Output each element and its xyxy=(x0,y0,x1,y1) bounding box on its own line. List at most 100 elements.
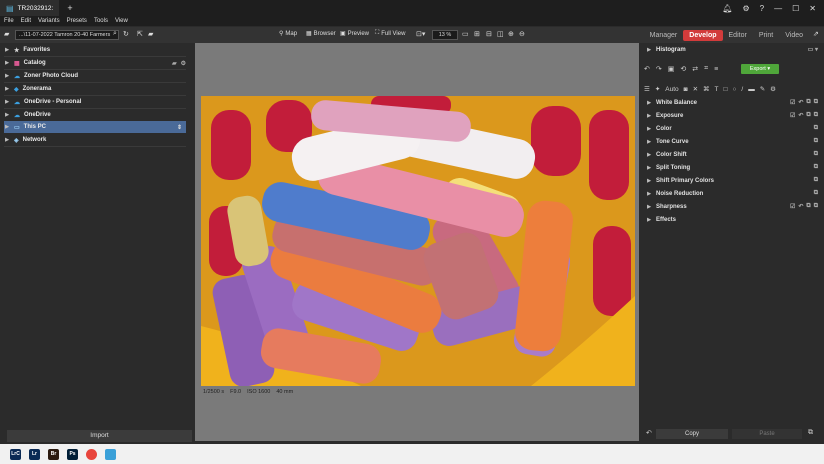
gear-icon[interactable]: ⚙ xyxy=(743,4,750,13)
single-view-icon[interactable]: ▭ xyxy=(462,30,469,38)
before-after-icon[interactable]: ◫ xyxy=(497,30,504,38)
menu-file[interactable]: File xyxy=(4,18,14,24)
sidebar-item-onedrive[interactable]: ▶ ☁ OneDrive xyxy=(4,109,186,121)
checkbox-icon[interactable]: ☑ xyxy=(790,112,795,119)
fullview-button[interactable]: ⛶ Full View xyxy=(375,30,405,37)
paste-settings-icon[interactable]: ⧉ xyxy=(814,138,818,145)
circle-icon[interactable]: ○ xyxy=(732,86,736,93)
menu-view[interactable]: View xyxy=(115,18,128,24)
expand-arrow-icon[interactable]: ▶ xyxy=(646,165,652,171)
panel-sharpness[interactable]: ▶ Sharpness ☑ ↶ ⧉ ⧉ xyxy=(646,201,818,212)
paste-settings-icon[interactable]: ⧉ xyxy=(814,190,818,197)
sidebar-item-zoner-photo-cloud[interactable]: ▶ ☁ Zoner Photo Cloud xyxy=(4,70,186,82)
zoom-out-icon[interactable]: ⊖ xyxy=(519,30,525,38)
expand-arrow-icon[interactable]: ▶ xyxy=(646,152,652,158)
rotate-icon[interactable]: ⟲ xyxy=(680,65,686,73)
compare-split-icon[interactable]: ⊟ xyxy=(486,30,492,38)
expand-arrow-icon[interactable]: ▶ xyxy=(4,124,10,130)
close-icon[interactable]: ✕ xyxy=(809,4,816,13)
panel-shift-primary-colors[interactable]: ▶ Shift Primary Colors ⧉ xyxy=(646,175,818,186)
new-folder-icon[interactable]: ▰ xyxy=(148,30,153,38)
panel-split-toning[interactable]: ▶ Split Toning ⧉ xyxy=(646,162,818,173)
panel-white-balance[interactable]: ▶ White Balance ☑ ↶ ⧉ ⧉ xyxy=(646,97,818,108)
copy-settings-icon[interactable]: ⧉ xyxy=(806,203,810,210)
undo-all-icon[interactable]: ↶ xyxy=(646,429,652,437)
panel-effects[interactable]: ▶ Effects xyxy=(646,214,818,225)
image-compare-icon[interactable]: ▣ xyxy=(668,65,675,73)
folder-icon[interactable]: ▰ xyxy=(4,30,9,38)
panel-color-shift[interactable]: ▶ Color Shift ⧉ xyxy=(646,149,818,160)
paste-settings-icon[interactable]: ⧉ xyxy=(814,99,818,106)
document-tab[interactable]: ▤ TR2032912: xyxy=(0,0,60,16)
magic-wand-icon[interactable]: ✦ xyxy=(655,85,660,93)
copy-settings-icon[interactable]: ⧉ xyxy=(806,112,810,119)
path-field[interactable]: ...\11-07-2022 Tamron 20-40 Farmers xyxy=(15,30,119,40)
sidebar-item-catalog[interactable]: ▶ ▦ Catalog ▰ ⚙ xyxy=(4,57,186,69)
sidebar-item-favorites[interactable]: ▶ ★ Favorites xyxy=(4,44,186,56)
taskbar-lightroom-icon[interactable]: Lr xyxy=(29,448,40,460)
clone-icon[interactable]: ⌘ xyxy=(703,85,710,93)
paste-settings-icon[interactable]: ⧉ xyxy=(814,112,818,119)
expand-arrow-icon[interactable]: ▶ xyxy=(646,100,652,106)
paste-settings-icon[interactable]: ⧉ xyxy=(814,125,818,132)
panel-noise-reduction[interactable]: ▶ Noise Reduction ⧉ xyxy=(646,188,818,199)
histogram-header[interactable]: ▶ Histogram ▭ ▾ xyxy=(646,46,818,54)
taskbar-photoshop-icon[interactable]: Ps xyxy=(67,448,78,460)
expand-arrow-icon[interactable]: ▶ xyxy=(646,139,652,145)
paste-settings-icon[interactable]: ⧉ xyxy=(814,164,818,171)
sort-icon[interactable]: ⇕ xyxy=(177,124,182,131)
paste-settings-icon[interactable]: ⧉ xyxy=(814,203,818,210)
add-folder-icon[interactable]: ▰ xyxy=(172,60,177,67)
taskbar-zoner-icon[interactable] xyxy=(105,448,116,460)
line-icon[interactable]: / xyxy=(741,86,743,93)
paste-settings-icon[interactable]: ⧉ xyxy=(814,177,818,184)
expand-arrow-icon[interactable]: ▶ xyxy=(4,99,10,105)
export-folder-icon[interactable]: ⇱ xyxy=(137,30,143,38)
camera-icon[interactable]: ◙ xyxy=(684,86,688,93)
copy-button[interactable]: Copy xyxy=(656,429,728,439)
app-menu-icon[interactable]: ▤ xyxy=(6,4,14,13)
import-button[interactable]: Import xyxy=(7,430,192,442)
map-button[interactable]: ⚲ Map xyxy=(279,30,297,38)
text-icon[interactable]: T xyxy=(715,86,719,93)
paste-button[interactable]: Paste xyxy=(732,429,802,439)
browser-button[interactable]: ▦ Browser xyxy=(306,30,336,38)
expand-arrow-icon[interactable]: ▶ xyxy=(4,60,10,66)
taskbar-chrome-icon[interactable] xyxy=(86,448,97,460)
histogram-options-icon[interactable]: ▭ ▾ xyxy=(808,46,818,53)
settings-icon[interactable]: ⚙ xyxy=(181,60,186,67)
heal-icon[interactable]: ✕ xyxy=(693,85,698,93)
menu-variants[interactable]: Variants xyxy=(38,18,60,24)
zoom-level-field[interactable]: 13 % xyxy=(432,30,458,40)
help-icon[interactable]: ? xyxy=(760,4,764,13)
square-icon[interactable]: □ xyxy=(724,86,728,93)
tab-manager[interactable]: Manager xyxy=(644,30,684,41)
menu-lines-icon[interactable]: ☰ xyxy=(644,85,650,93)
sidebar-item-zonerama[interactable]: ▶ ◆ Zonerama xyxy=(4,83,186,95)
tab-print[interactable]: Print xyxy=(753,30,779,41)
search-icon[interactable]: ⌕ xyxy=(113,30,117,38)
bell-icon[interactable]: 🔔︎ xyxy=(722,4,732,13)
tab-develop[interactable]: Develop xyxy=(683,29,723,41)
sidebar-item-this-pc[interactable]: ▶ ▭ This PC ⇕ xyxy=(4,121,186,133)
preview-button[interactable]: ▣ Preview xyxy=(340,30,369,38)
refresh-icon[interactable]: ↻ xyxy=(123,30,129,38)
checkbox-icon[interactable]: ☑ xyxy=(790,203,795,210)
expand-arrow-icon[interactable]: ▶ xyxy=(646,47,652,53)
expand-arrow-icon[interactable]: ▶ xyxy=(646,113,652,119)
expand-arrow-icon[interactable]: ▶ xyxy=(646,204,652,210)
expand-arrow-icon[interactable]: ▶ xyxy=(646,191,652,197)
menu-tools[interactable]: Tools xyxy=(94,18,108,24)
paste-settings-icon[interactable]: ⧉ xyxy=(814,151,818,158)
redo-icon[interactable]: ↷ xyxy=(656,65,662,73)
panel-tone-curve[interactable]: ▶ Tone Curve ⧉ xyxy=(646,136,818,147)
photo-preview[interactable] xyxy=(201,96,635,386)
expand-arrow-icon[interactable]: ▶ xyxy=(646,178,652,184)
checkbox-icon[interactable]: ☑ xyxy=(790,99,795,106)
settings-copy-icon[interactable]: ⧉ xyxy=(808,429,813,437)
brush-icon[interactable]: ✎ xyxy=(760,85,765,93)
maximize-icon[interactable]: ☐ xyxy=(792,4,799,13)
zoom-fit-icon[interactable]: ⊡▾ xyxy=(416,30,425,38)
minimize-icon[interactable]: — xyxy=(774,4,782,13)
tab-video[interactable]: Video xyxy=(779,30,809,41)
